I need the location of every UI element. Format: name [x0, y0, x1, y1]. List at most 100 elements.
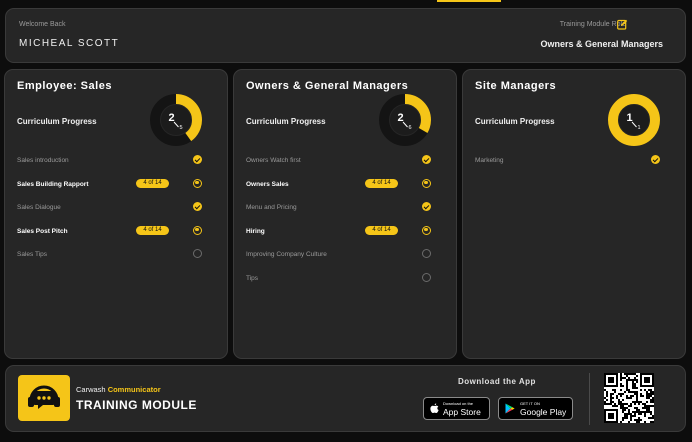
qr-module	[626, 417, 628, 419]
apple-icon	[430, 403, 439, 413]
qr-module	[648, 393, 650, 395]
card-title: Owners & General Managers	[246, 80, 409, 92]
qr-module	[616, 409, 618, 411]
qr-module	[626, 403, 628, 405]
qr-module	[612, 417, 614, 419]
role-value[interactable]: Owners & General Managers	[540, 39, 663, 49]
qr-module	[610, 393, 612, 395]
qr-module	[606, 391, 608, 393]
qr-module	[640, 375, 642, 377]
qr-module	[640, 383, 642, 385]
qr-module	[634, 379, 636, 381]
qr-module	[636, 375, 638, 377]
qr-module	[624, 391, 626, 393]
qr-module	[638, 417, 640, 419]
qr-module	[610, 395, 612, 397]
qr-module	[628, 397, 630, 399]
qr-module	[604, 385, 606, 387]
qr-module	[630, 415, 632, 417]
qr-module	[652, 375, 654, 377]
qr-module	[640, 385, 642, 387]
qr-module	[644, 373, 646, 375]
qr-module	[616, 379, 618, 381]
lesson-item[interactable]: Sales Tips	[17, 248, 217, 272]
qr-module	[642, 407, 644, 409]
qr-module	[620, 373, 622, 375]
card-title: Employee: Sales	[17, 80, 112, 92]
qr-module	[648, 405, 650, 407]
qr-module	[608, 413, 610, 415]
qr-module	[630, 395, 632, 397]
qr-module	[614, 421, 616, 423]
qr-module	[634, 401, 636, 403]
qr-module	[628, 373, 630, 375]
qr-module	[640, 393, 642, 395]
qr-module	[632, 381, 634, 383]
qr-module	[650, 417, 652, 419]
qr-module	[610, 409, 612, 411]
qr-module	[604, 401, 606, 403]
lesson-progress-badge: 4 of 14	[365, 178, 398, 188]
lesson-item[interactable]: Tips	[246, 272, 446, 296]
check-circle-icon	[193, 202, 202, 211]
google-play-button[interactable]: GET IT ON Google Play	[498, 397, 573, 420]
app-store-button[interactable]: Download on the App Store	[423, 397, 490, 420]
lesson-item[interactable]: Improving Company Culture	[246, 248, 446, 272]
welcome-label: Welcome Back	[19, 21, 66, 28]
progress-done-value: 1	[626, 112, 632, 124]
qr-module	[648, 373, 650, 375]
qr-module	[626, 395, 628, 397]
qr-module	[636, 387, 638, 389]
qr-module	[638, 409, 640, 411]
lesson-item[interactable]: Hiring 4 of 14	[246, 225, 446, 249]
qr-module	[616, 405, 618, 407]
lesson-progress-badge: 4 of 14	[136, 225, 169, 235]
lesson-item[interactable]: Sales Building Rapport 4 of 14	[17, 178, 217, 202]
gplay-big-label: Google Play	[520, 407, 567, 417]
qr-module	[604, 377, 606, 379]
qr-module	[620, 401, 622, 403]
qr-module	[632, 387, 634, 389]
qr-module	[630, 419, 632, 421]
lesson-label: Improving Company Culture	[246, 251, 327, 258]
qr-module	[652, 399, 654, 401]
qr-module	[610, 417, 612, 419]
qr-module	[646, 405, 648, 407]
qr-module	[636, 411, 638, 413]
qr-module	[648, 397, 650, 399]
qr-module	[626, 383, 628, 385]
lesson-item[interactable]: Owners Watch first	[246, 154, 446, 178]
lesson-item[interactable]: Sales introduction	[17, 154, 217, 178]
lesson-item[interactable]: Marketing	[475, 154, 675, 178]
lesson-item[interactable]: Sales Dialogue	[17, 201, 217, 225]
check-circle-icon	[651, 155, 660, 164]
lesson-label: Menu and Pricing	[246, 204, 297, 211]
qr-module	[612, 413, 614, 415]
qr-module	[604, 419, 606, 421]
qr-module	[612, 397, 614, 399]
qr-module	[640, 419, 642, 421]
qr-module	[646, 381, 648, 383]
check-circle-icon	[422, 202, 431, 211]
lesson-item[interactable]: Menu and Pricing	[246, 201, 446, 225]
qr-module	[636, 409, 638, 411]
edit-icon[interactable]	[617, 19, 628, 30]
qr-module	[624, 409, 626, 411]
qr-module	[616, 419, 618, 421]
qr-module	[646, 379, 648, 381]
qr-module	[648, 379, 650, 381]
footer-bar: Carwash Communicator TRAINING MODULE Dow…	[5, 365, 686, 432]
qr-module	[652, 397, 654, 399]
curriculum-progress-label: Curriculum Progress	[475, 117, 555, 126]
lesson-item[interactable]: Owners Sales 4 of 14	[246, 178, 446, 202]
qr-module	[638, 421, 640, 423]
qr-module	[604, 411, 606, 413]
qr-module	[644, 411, 646, 413]
qr-module	[624, 377, 626, 379]
qr-module	[638, 413, 640, 415]
qr-module	[642, 411, 644, 413]
qr-module	[646, 391, 648, 393]
module-card-owners-general-managers: Owners & General Managers Curriculum Pro…	[233, 69, 457, 359]
qr-module	[604, 415, 606, 417]
lesson-item[interactable]: Sales Post Pitch 4 of 14	[17, 225, 217, 249]
